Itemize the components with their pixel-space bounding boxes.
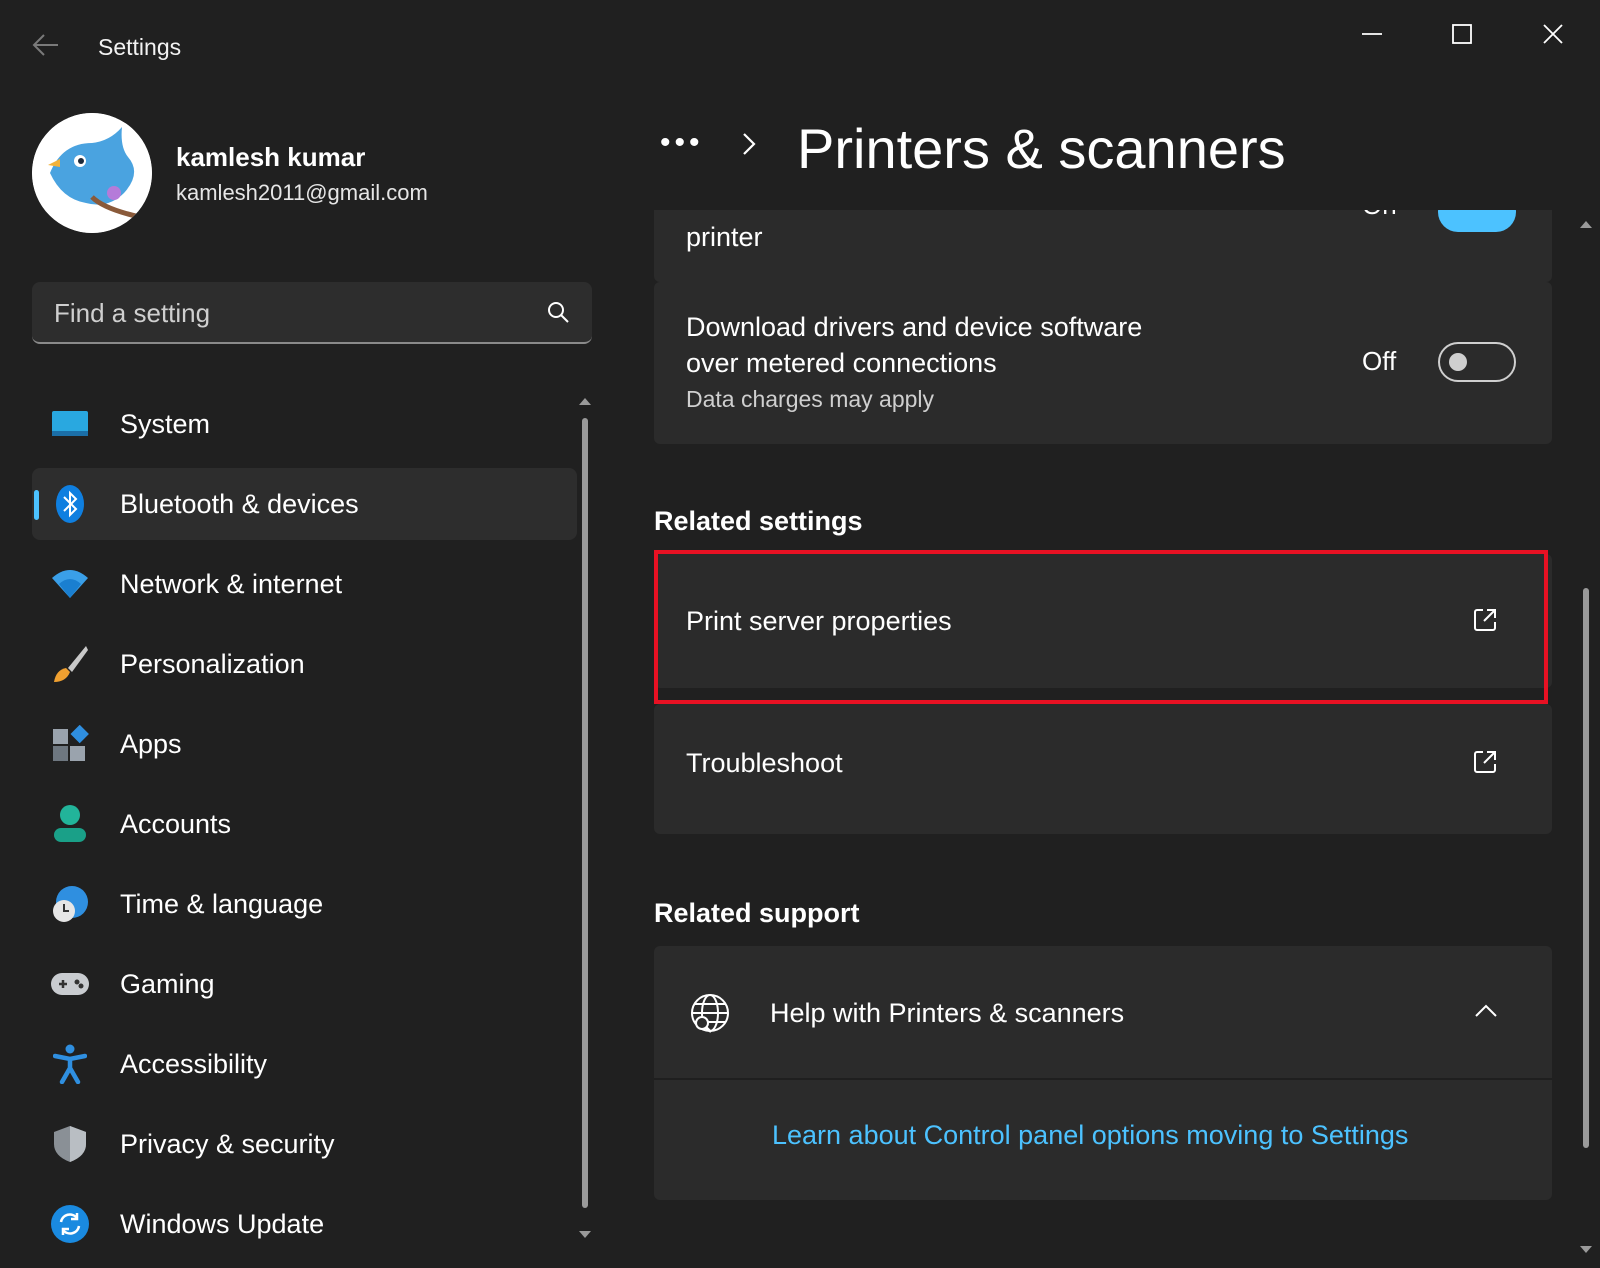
sidebar-item-personalization[interactable]: Personalization bbox=[32, 628, 577, 700]
setting-title-line1: Download drivers and device software bbox=[686, 312, 1143, 342]
help-title: Help with Printers & scanners bbox=[770, 998, 1125, 1028]
related-settings-heading: Related settings bbox=[654, 506, 863, 536]
title-bar: Settings bbox=[0, 0, 1600, 90]
maximize-icon bbox=[1452, 24, 1472, 44]
chevron-up-icon[interactable] bbox=[1474, 1004, 1498, 1023]
sidebar-item-label: Privacy & security bbox=[120, 1128, 335, 1159]
sidebar-item-label: System bbox=[120, 408, 211, 439]
scroll-up-icon bbox=[1580, 221, 1592, 228]
highlight-box bbox=[654, 550, 1548, 704]
sidebar-item-label: Network & internet bbox=[120, 568, 343, 599]
setting-card-metered: Download drivers and device software ove… bbox=[654, 282, 1552, 444]
control-panel-info-link[interactable]: Learn about Control panel options moving… bbox=[772, 1120, 1408, 1151]
gamepad-icon bbox=[50, 964, 90, 1004]
minimize-button[interactable] bbox=[1342, 14, 1402, 54]
sidebar-item-privacy-security[interactable]: Privacy & security bbox=[32, 1108, 577, 1180]
chevron-right-icon bbox=[742, 132, 756, 161]
accessibility-icon bbox=[50, 1044, 90, 1084]
setting-subtitle: Data charges may apply bbox=[686, 386, 935, 412]
sidebar-item-system[interactable]: System bbox=[32, 388, 577, 460]
search-box[interactable] bbox=[32, 282, 592, 344]
bluetooth-icon bbox=[50, 484, 90, 524]
person-icon bbox=[50, 804, 90, 844]
selection-indicator bbox=[34, 490, 39, 520]
setting-card-partial: printer On bbox=[654, 210, 1552, 282]
close-icon bbox=[1543, 24, 1563, 44]
apps-icon bbox=[50, 724, 90, 764]
sidebar-item-accounts[interactable]: Accounts bbox=[32, 788, 577, 860]
search-icon[interactable] bbox=[546, 300, 570, 329]
help-expander: Help with Printers & scanners Learn abou… bbox=[654, 946, 1552, 1200]
scroll-up-icon bbox=[579, 398, 591, 405]
sidebar-item-accessibility[interactable]: Accessibility bbox=[32, 1028, 577, 1100]
close-button[interactable] bbox=[1523, 14, 1583, 54]
profile-name: kamlesh kumar bbox=[176, 142, 366, 172]
troubleshoot-link[interactable]: Troubleshoot bbox=[654, 704, 1552, 834]
setting-title-line2: over metered connections bbox=[686, 348, 997, 378]
avatar[interactable] bbox=[32, 113, 152, 233]
back-arrow-icon[interactable] bbox=[30, 32, 64, 62]
help-expander-header[interactable]: Help with Printers & scanners bbox=[654, 946, 1552, 1080]
search-input[interactable] bbox=[52, 294, 526, 332]
monitor-icon bbox=[50, 404, 90, 444]
sidebar-item-apps[interactable]: Apps bbox=[32, 708, 577, 780]
scrollbar-thumb[interactable] bbox=[1583, 588, 1589, 1148]
setting-label: printer bbox=[686, 222, 763, 252]
sidebar-item-label: Time & language bbox=[120, 888, 324, 919]
content-scrollbar[interactable] bbox=[1578, 218, 1594, 1258]
sidebar-item-gaming[interactable]: Gaming bbox=[32, 948, 577, 1020]
related-support-heading: Related support bbox=[654, 898, 860, 928]
toggle-knob bbox=[1449, 353, 1467, 371]
divider bbox=[654, 1078, 1552, 1080]
breadcrumb-more[interactable]: ••• bbox=[660, 126, 704, 160]
sidebar-scrollbar[interactable] bbox=[578, 388, 592, 1248]
sidebar-item-time-language[interactable]: Time & language bbox=[32, 868, 577, 940]
sidebar-item-network-internet[interactable]: Network & internet bbox=[32, 548, 577, 620]
minimize-icon bbox=[1362, 33, 1382, 35]
content-panel: printer On Download drivers and device s… bbox=[640, 210, 1560, 1264]
sidebar-item-label: Windows Update bbox=[120, 1208, 325, 1239]
open-external-icon bbox=[1472, 749, 1498, 780]
sidebar-item-label: Accessibility bbox=[120, 1048, 268, 1079]
setting-label: Troubleshoot bbox=[686, 748, 843, 778]
sidebar-item-label: Gaming bbox=[120, 968, 215, 999]
sidebar-item-label: Bluetooth & devices bbox=[120, 488, 359, 519]
sidebar-item-label: Accounts bbox=[120, 808, 232, 839]
update-icon bbox=[50, 1204, 90, 1244]
sidebar-item-windows-update[interactable]: Windows Update bbox=[32, 1188, 577, 1260]
globe-search-icon bbox=[688, 991, 732, 1040]
profile-email: kamlesh2011@gmail.com bbox=[176, 180, 428, 205]
scrollbar-thumb[interactable] bbox=[582, 418, 588, 1208]
scroll-down-icon bbox=[579, 1231, 591, 1238]
app-title: Settings bbox=[98, 34, 182, 60]
toggle-state-label: On bbox=[1362, 210, 1397, 221]
brush-icon bbox=[50, 644, 90, 684]
sidebar-nav: System Bluetooth & devices Network & int… bbox=[32, 388, 577, 1268]
toggle-switch[interactable] bbox=[1438, 210, 1516, 232]
sidebar-item-label: Personalization bbox=[120, 648, 305, 679]
globe-clock-icon bbox=[50, 884, 90, 924]
page-title: Printers & scanners bbox=[797, 117, 1286, 180]
shield-icon bbox=[50, 1124, 90, 1164]
sidebar-item-label: Apps bbox=[120, 728, 182, 759]
maximize-button[interactable] bbox=[1432, 14, 1492, 54]
scroll-down-icon bbox=[1580, 1246, 1592, 1253]
metered-toggle-switch[interactable] bbox=[1438, 342, 1516, 382]
sidebar-item-bluetooth-devices[interactable]: Bluetooth & devices bbox=[32, 468, 577, 540]
wifi-icon bbox=[50, 564, 90, 604]
toggle-state-label: Off bbox=[1362, 346, 1397, 376]
